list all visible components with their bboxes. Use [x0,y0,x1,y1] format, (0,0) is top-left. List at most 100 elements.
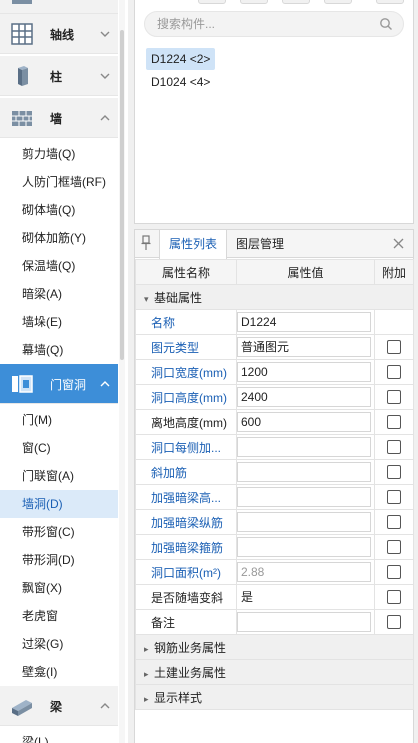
nav-item[interactable]: 过梁(G) [0,630,118,658]
extra-checkbox[interactable] [387,590,401,605]
expand-triangle-icon[interactable]: ▸ [144,694,154,705]
extra-checkbox[interactable] [387,365,401,380]
nav-item[interactable]: 门联窗(A) [0,462,118,490]
property-row[interactable]: 备注 [135,609,414,635]
toolbar-button[interactable] [240,0,268,4]
property-row[interactable]: 是否随墙变斜是 [135,584,414,610]
property-value-field[interactable] [237,612,371,632]
property-extra-cell [374,559,414,585]
nav-category-partial[interactable] [0,0,118,14]
nav-category-label: 梁 [50,700,63,714]
property-row[interactable]: 洞口宽度(mm) 1200 [135,359,414,385]
property-row[interactable]: 洞口每侧加... [135,434,414,460]
property-value-field[interactable] [237,462,371,482]
component-name: D1024 [151,75,187,89]
nav-item[interactable]: 剪力墙(Q) [0,140,118,168]
property-value-cell [236,534,375,560]
nav-item[interactable]: 壁龛(I) [0,658,118,686]
property-row[interactable]: 加强暗梁箍筋 [135,534,414,560]
property-row[interactable]: 洞口高度(mm) 2400 [135,384,414,410]
close-icon[interactable] [393,238,404,249]
tab-layer-management[interactable]: 图层管理 [227,230,293,258]
property-value-field[interactable]: 是 [237,587,371,607]
group-row-collapsed[interactable]: ▸ 土建业务属性 [135,659,414,685]
property-row[interactable]: 加强暗梁纵筋 [135,509,414,535]
property-row[interactable]: 洞口面积(m²) 2.88 [135,559,414,585]
tab-property-list[interactable]: 属性列表 [159,230,228,259]
extra-checkbox[interactable] [387,440,401,455]
toolbar-button[interactable] [282,0,310,4]
property-row[interactable]: 图元类型 普通图元 [135,334,414,360]
nav-item[interactable]: 老虎窗 [0,602,118,630]
search-input[interactable] [157,12,357,36]
nav-category-column[interactable]: 柱 [0,56,118,96]
extra-checkbox[interactable] [387,465,401,480]
extra-checkbox[interactable] [387,515,401,530]
collapse-triangle-icon[interactable]: ▾ [144,294,154,305]
group-label: 钢筋业务属性 [154,640,227,655]
extra-checkbox[interactable] [387,615,401,630]
nav-category-label: 门窗洞 [50,378,87,392]
property-panel: 属性列表 图层管理 属性名称 属性值 附加 ▾ 基础属性 名称 D1224 图元类型普… [134,229,414,743]
property-value-field[interactable] [237,487,371,507]
property-row[interactable]: 离地高度(mm) 600 [135,409,414,435]
property-extra-cell [374,309,414,335]
property-value-field[interactable]: 600 [237,412,371,432]
toolbar-button[interactable] [198,0,226,4]
nav-item[interactable]: 窗(C) [0,434,118,462]
property-row[interactable]: 斜加筋 [135,459,414,485]
property-row[interactable]: 加强暗梁高... [135,484,414,510]
extra-checkbox[interactable] [387,390,401,405]
property-value-field[interactable] [237,437,371,457]
nav-item[interactable]: 暗梁(A) [0,280,118,308]
chevron-up-icon [100,115,110,121]
nav-item[interactable]: 幕墙(Q) [0,336,118,364]
extra-checkbox[interactable] [387,540,401,555]
nav-item[interactable]: 保温墙(Q) [0,252,118,280]
extra-checkbox[interactable] [387,490,401,505]
property-value-field[interactable]: 2400 [237,387,371,407]
component-item[interactable]: D1024 <4> [146,71,215,93]
toolbar-button[interactable] [324,0,352,4]
nav-item[interactable]: 砌体加筋(Y) [0,224,118,252]
nav-item[interactable]: 带形窗(C) [0,518,118,546]
property-value-field[interactable]: 普通图元 [237,337,371,357]
property-value-field[interactable] [237,537,371,557]
nav-item[interactable]: 墙垛(E) [0,308,118,336]
property-value-field[interactable]: 1200 [237,362,371,382]
pin-icon[interactable] [140,235,152,251]
nav-item[interactable]: 带形洞(D) [0,546,118,574]
toolbar-button[interactable] [376,0,404,4]
scrollbar-thumb[interactable] [120,30,124,360]
nav-item[interactable]: 梁(L) [0,728,118,743]
nav-item[interactable]: 飘窗(X) [0,574,118,602]
nav-item[interactable]: 门(M) [0,406,118,434]
nav-item[interactable]: 人防门框墙(RF) [0,168,118,196]
component-item-selected[interactable]: D1224 <2> [146,48,216,70]
extra-checkbox[interactable] [387,415,401,430]
group-row-basic[interactable]: ▾ 基础属性 [135,284,414,310]
group-row-collapsed[interactable]: ▸ 显示样式 [135,684,414,710]
nav-item[interactable]: 砌体墙(Q) [0,196,118,224]
extra-checkbox[interactable] [387,340,401,355]
property-value-cell [236,509,375,535]
property-value-cell: 600 [236,409,375,435]
nav-item-selected[interactable]: 墙洞(D) [0,490,118,518]
group-row-collapsed[interactable]: ▸ 钢筋业务属性 [135,634,414,660]
chevron-down-icon [100,31,110,37]
nav-category-beam[interactable]: 梁 [0,686,118,726]
expand-triangle-icon[interactable]: ▸ [144,669,154,680]
property-value-cell [236,434,375,460]
nav-category-label: 墙 [50,112,63,126]
property-value-field[interactable]: D1224 [237,312,371,332]
nav-category-axis[interactable]: 轴线 [0,14,118,54]
nav-scrollbar[interactable] [119,0,125,743]
nav-category-door-window[interactable]: 门窗洞 [0,364,118,404]
search-icon[interactable] [379,17,393,31]
expand-triangle-icon[interactable]: ▸ [144,644,154,655]
property-value-field[interactable] [237,512,371,532]
extra-checkbox[interactable] [387,565,401,580]
property-name: 洞口宽度(mm) [135,359,237,385]
property-row[interactable]: 名称 D1224 [135,309,414,335]
nav-category-wall[interactable]: 墙 [0,98,118,138]
